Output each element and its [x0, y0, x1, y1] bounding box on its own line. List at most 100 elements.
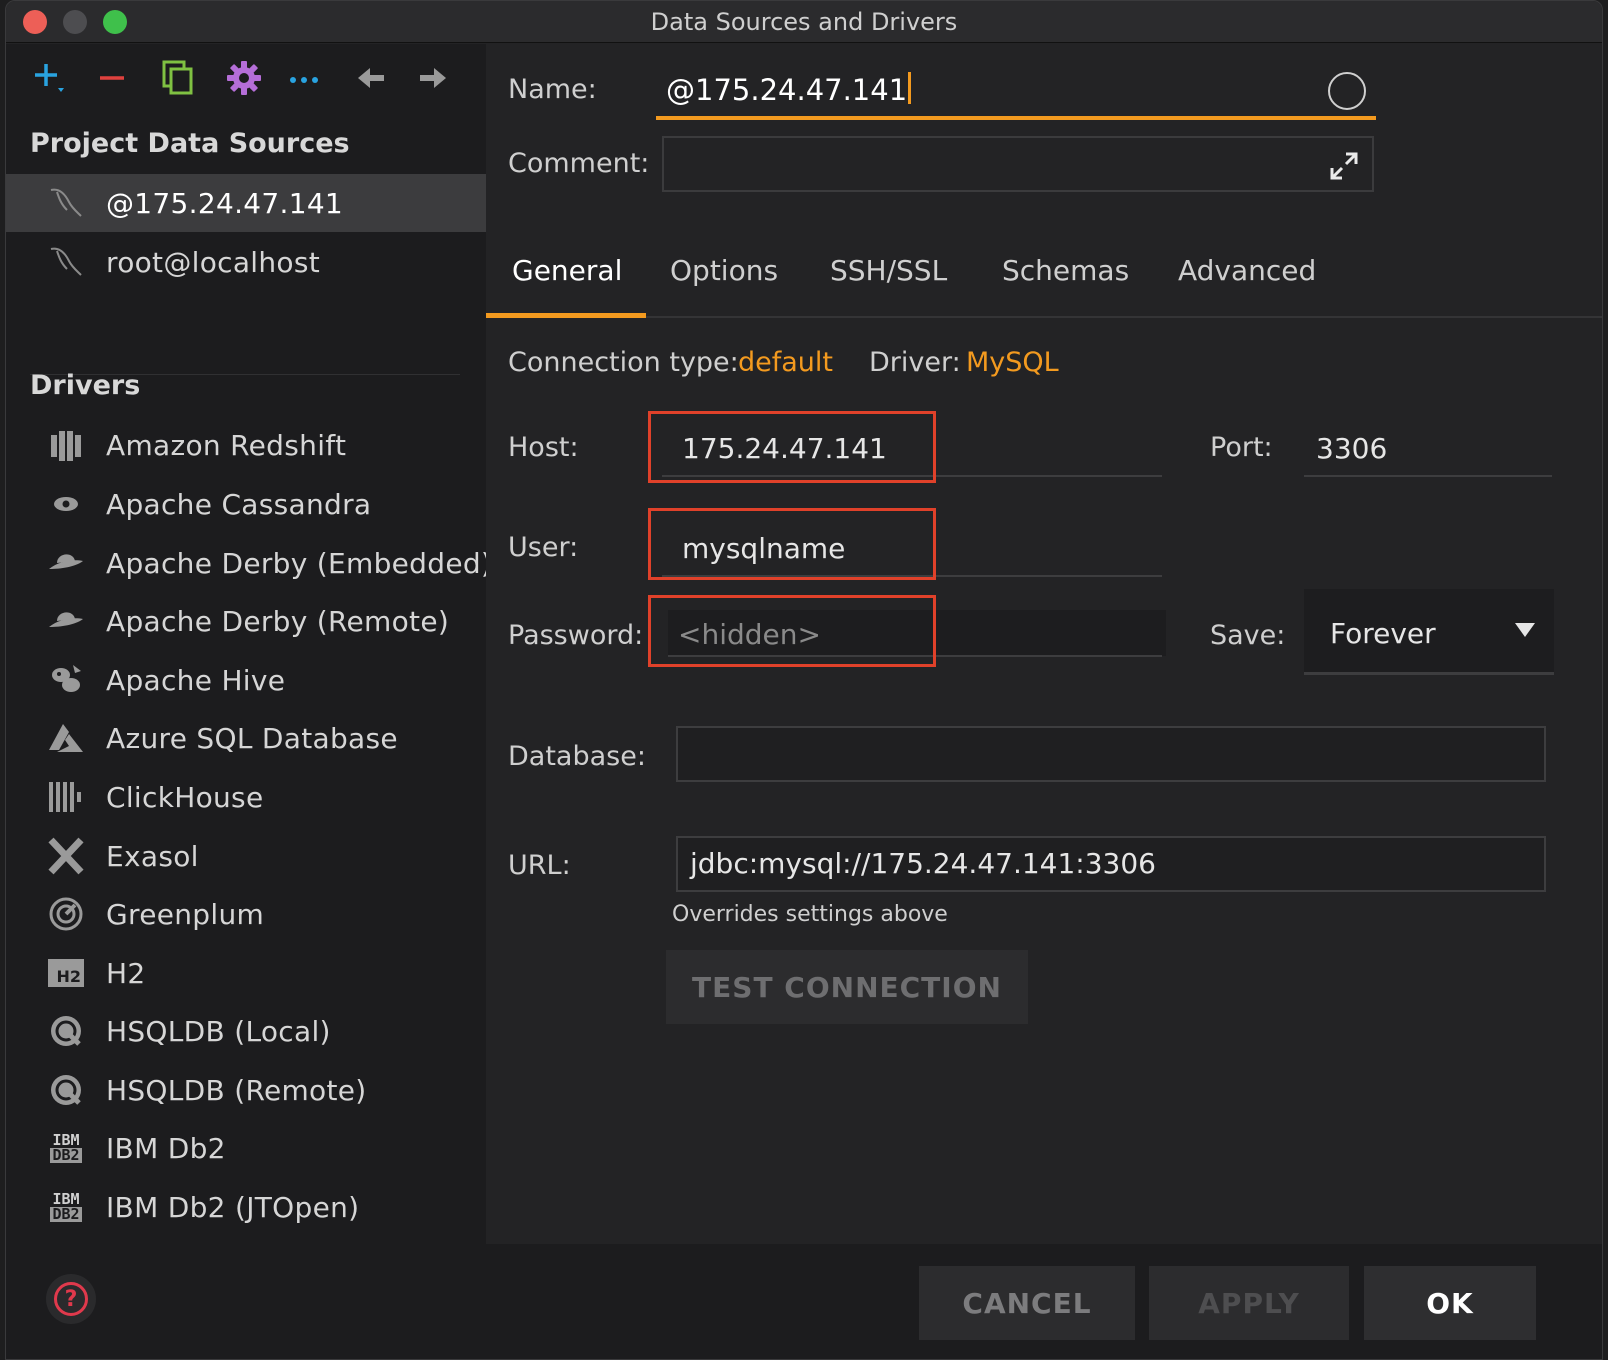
comment-input[interactable] — [662, 136, 1374, 192]
data-sources-dialog: Data Sources and Drivers Project Data So… — [5, 0, 1603, 1360]
comment-label: Comment: — [508, 148, 650, 179]
ibm-badge-bottom: DB2 — [50, 1205, 82, 1223]
host-highlight-box — [648, 411, 936, 483]
tab-general[interactable]: General — [512, 254, 622, 287]
color-circle-icon[interactable] — [1328, 72, 1366, 110]
mysql-dolphin-icon — [46, 242, 86, 282]
title-bar: Data Sources and Drivers — [6, 1, 1602, 43]
clickhouse-bars-icon — [46, 777, 86, 817]
driver-item[interactable]: Azure SQL Database — [6, 709, 486, 767]
arrow-right-icon[interactable] — [412, 56, 456, 100]
driver-item[interactable]: Greenplum — [6, 885, 486, 943]
driver-label: Apache Derby (Embedded) — [106, 546, 493, 580]
port-underline — [1304, 475, 1552, 477]
data-source-label: @175.24.47.141 — [106, 186, 344, 220]
database-label: Database: — [508, 741, 646, 772]
cassandra-eye-icon — [46, 484, 86, 524]
sidebar-toolbar — [6, 44, 486, 124]
driver-item[interactable]: IBM DB2 IBM Db2 (JTOpen) — [6, 1178, 486, 1236]
driver-item[interactable]: Amazon Redshift — [6, 416, 486, 474]
h2-badge: H2 — [48, 959, 84, 987]
port-input[interactable]: 3306 — [1316, 432, 1387, 465]
save-label: Save: — [1210, 620, 1286, 651]
window-title: Data Sources and Drivers — [650, 8, 958, 36]
name-value: @175.24.47.141 — [666, 73, 908, 107]
driver-label: Apache Cassandra — [106, 487, 372, 521]
url-label: URL: — [508, 850, 571, 881]
database-input[interactable] — [676, 726, 1546, 782]
drivers-heading: Drivers — [30, 370, 141, 401]
minus-icon[interactable] — [90, 56, 134, 100]
driver-item[interactable]: Apache Derby (Embedded) — [6, 534, 492, 592]
azure-icon — [46, 718, 86, 758]
data-source-item[interactable]: @175.24.47.141 — [6, 174, 486, 232]
derby-hat-icon — [46, 543, 86, 583]
driver-item[interactable]: H2 H2 — [6, 944, 486, 1002]
tab-schemas[interactable]: Schemas — [1002, 254, 1129, 287]
ok-button[interactable]: OK — [1364, 1266, 1536, 1340]
expand-icon[interactable] — [1328, 150, 1360, 189]
driver-label: Amazon Redshift — [106, 428, 347, 462]
driver-label: Greenplum — [106, 897, 265, 931]
driver-label: HSQLDB (Remote) — [106, 1073, 367, 1107]
driver-label: Driver: — [869, 347, 961, 378]
sidebar: Project Data Sources @175.24.47.141 root… — [6, 44, 492, 1244]
data-source-label: root@localhost — [106, 245, 321, 279]
connection-type-link[interactable]: default — [738, 347, 833, 378]
driver-item[interactable]: Apache Cassandra — [6, 475, 486, 533]
driver-label: Apache Hive — [106, 663, 286, 697]
driver-item[interactable]: ClickHouse — [6, 768, 486, 826]
driver-label: Apache Derby (Remote) — [106, 604, 450, 638]
driver-item[interactable]: Exasol — [6, 827, 486, 885]
save-dropdown[interactable]: Forever — [1304, 589, 1554, 675]
tab-ssh-ssl[interactable]: SSH/SSL — [830, 254, 947, 287]
driver-label: Azure SQL Database — [106, 721, 398, 755]
gear-icon[interactable] — [222, 56, 266, 100]
name-input[interactable]: @175.24.47.141 — [656, 64, 1376, 120]
driver-item[interactable]: HSQLDB (Remote) — [6, 1061, 486, 1119]
derby-hat-icon — [46, 601, 86, 641]
connection-type-label: Connection type: — [508, 347, 739, 378]
tab-advanced[interactable]: Advanced — [1178, 254, 1316, 287]
driver-label: IBM Db2 (JTOpen) — [106, 1190, 360, 1224]
tab-options[interactable]: Options — [670, 254, 778, 287]
help-button[interactable]: ? — [46, 1274, 96, 1324]
password-label: Password: — [508, 620, 644, 651]
url-hint: Overrides settings above — [672, 902, 948, 927]
hsqldb-icon — [46, 1011, 86, 1051]
arrow-left-icon[interactable] — [348, 56, 392, 100]
dropdown-arrow-icon — [1514, 617, 1536, 645]
apply-button[interactable]: APPLY — [1149, 1266, 1349, 1340]
cancel-button[interactable]: CANCEL — [919, 1266, 1135, 1340]
driver-item[interactable]: Apache Derby (Remote) — [6, 592, 486, 650]
ibm-db2-icon: IBM DB2 — [46, 1128, 86, 1168]
hive-bee-icon — [46, 660, 86, 700]
settings-tabs: General Options SSH/SSL Schemas Advanced — [486, 236, 1602, 318]
user-label: User: — [508, 532, 579, 563]
test-connection-button[interactable]: TEST CONNECTION — [666, 950, 1028, 1024]
driver-link[interactable]: MySQL — [966, 347, 1059, 378]
dialog-footer: ? CANCEL APPLY OK — [6, 1244, 1602, 1359]
help-icon: ? — [54, 1282, 88, 1316]
driver-label: H2 — [106, 956, 146, 990]
copy-icon[interactable] — [156, 56, 200, 100]
driver-item[interactable]: IBM DB2 IBM Db2 — [6, 1119, 486, 1177]
connection-settings-panel: Name: @175.24.47.141 Comment: General Op… — [486, 44, 1602, 1244]
driver-label: ClickHouse — [106, 780, 264, 814]
more-icon[interactable] — [282, 56, 326, 100]
save-dropdown-value: Forever — [1330, 617, 1436, 650]
redshift-icon — [46, 425, 86, 465]
mysql-dolphin-icon — [46, 183, 86, 223]
h2-icon: H2 — [46, 953, 86, 993]
port-label: Port: — [1210, 432, 1273, 463]
data-source-item[interactable]: root@localhost — [6, 233, 486, 291]
driver-label: IBM Db2 — [106, 1131, 226, 1165]
project-data-sources-heading: Project Data Sources — [30, 128, 350, 159]
plus-icon[interactable] — [28, 56, 72, 100]
driver-item[interactable]: HSQLDB (Local) — [6, 1002, 486, 1060]
host-label: Host: — [508, 432, 579, 463]
url-input[interactable]: jdbc:mysql://175.24.47.141:3306 — [676, 836, 1546, 892]
name-label: Name: — [508, 74, 597, 105]
driver-item[interactable]: Apache Hive — [6, 651, 486, 709]
ibm-db2-icon: IBM DB2 — [46, 1187, 86, 1227]
